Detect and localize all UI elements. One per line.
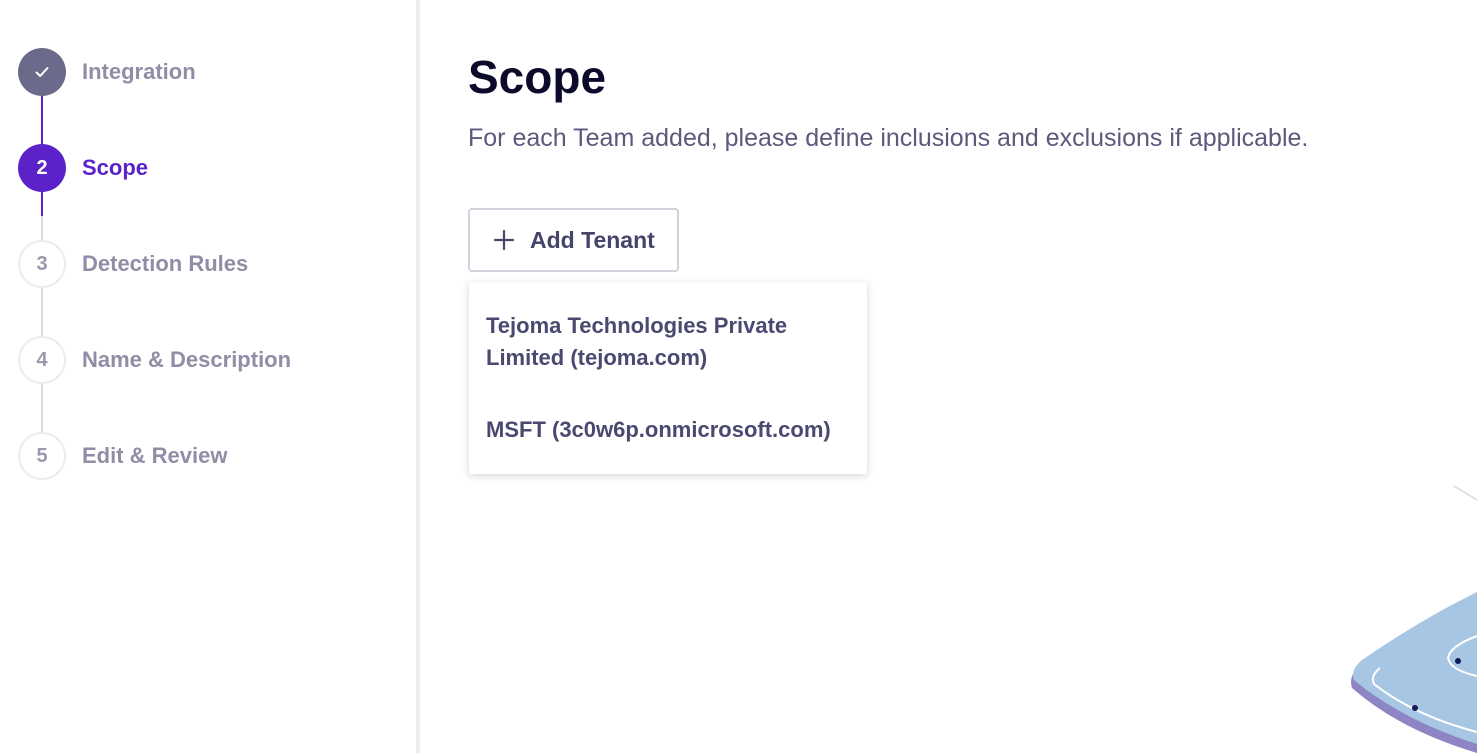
tenant-dropdown: Tejoma Technologies Private Limited (tej… xyxy=(469,282,867,474)
plus-icon xyxy=(493,229,515,251)
tenant-option[interactable]: MSFT (3c0w6p.onmicrosoft.com) xyxy=(486,414,856,446)
step-detection-rules[interactable]: 3 Detection Rules xyxy=(18,240,248,288)
wizard-stepper: Integration 2 Scope 3 Detection Rules 4 … xyxy=(0,0,416,753)
step-scope[interactable]: 2 Scope xyxy=(18,144,148,192)
step-connector xyxy=(41,192,43,216)
step-connector xyxy=(41,288,43,336)
step-circle-completed xyxy=(18,48,66,96)
step-number: 5 xyxy=(18,432,66,480)
step-name-description[interactable]: 4 Name & Description xyxy=(18,336,291,384)
step-label: Integration xyxy=(82,59,196,84)
step-connector xyxy=(41,384,43,432)
decorative-dot xyxy=(1455,658,1461,664)
step-label: Name & Description xyxy=(82,347,292,372)
step-edit-review[interactable]: 5 Edit & Review xyxy=(18,432,227,480)
decorative-illustration xyxy=(1351,485,1477,753)
page-subtitle: For each Team added, please define inclu… xyxy=(468,124,1309,152)
add-tenant-button[interactable]: Add Tenant xyxy=(468,208,679,272)
check-icon xyxy=(35,67,49,77)
decorative-dot xyxy=(1412,705,1418,711)
step-label: Edit & Review xyxy=(82,443,228,468)
step-number: 2 xyxy=(18,144,66,192)
step-label: Scope xyxy=(82,155,149,180)
app-window: Integration 2 Scope 3 Detection Rules 4 … xyxy=(0,0,1477,753)
tenant-option[interactable]: Tejoma Technologies Private Limited (tej… xyxy=(486,310,856,374)
step-number: 4 xyxy=(18,336,66,384)
step-label: Detection Rules xyxy=(82,251,249,276)
add-tenant-label: Add Tenant xyxy=(530,226,655,253)
step-connector xyxy=(41,96,43,144)
step-integration[interactable]: Integration xyxy=(18,48,196,96)
page-title: Scope xyxy=(468,51,607,103)
main-content: Scope For each Team added, please define… xyxy=(420,0,1477,753)
step-connector xyxy=(41,216,43,240)
step-number: 3 xyxy=(18,240,66,288)
